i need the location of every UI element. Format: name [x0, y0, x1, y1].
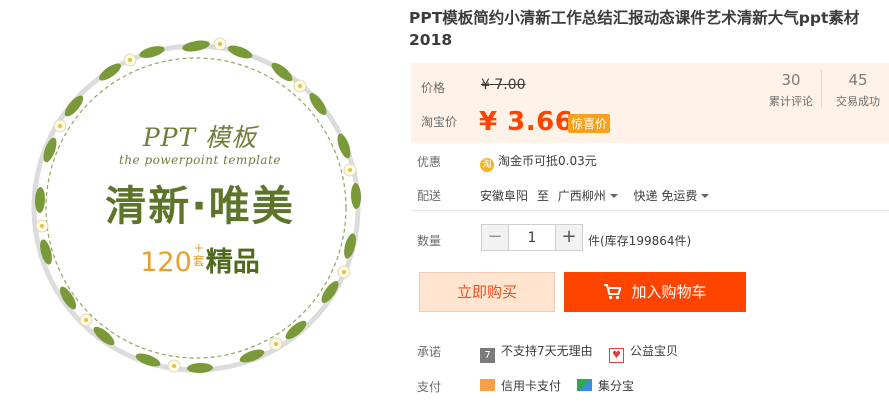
decrease-button[interactable]: − [482, 225, 508, 250]
sales-count: 45 [848, 71, 868, 89]
discount-label: 优惠 [417, 155, 442, 169]
payment-credit-text: 信用卡支付 [501, 379, 562, 393]
payment-label: 支付 [417, 380, 442, 394]
chevron-down-icon [701, 194, 710, 198]
discount-text: 淘金币可抵0.03元 [498, 154, 597, 168]
shipping-method: 快递 免运费 [633, 189, 698, 203]
payment-jifenbao: 集分宝 [577, 377, 634, 394]
stat-divider [821, 70, 822, 108]
original-price: ¥ 7.00 [481, 77, 526, 93]
sales-count-label: 交易成功 [836, 95, 880, 108]
section-divider [411, 210, 889, 211]
chevron-down-icon [609, 194, 618, 198]
payment-jifenbao-text: 集分宝 [598, 379, 635, 393]
image-title: PPT 模板 [142, 123, 258, 152]
taobao-price-label: 淘宝价 [421, 115, 458, 129]
price-label: 价格 [421, 81, 446, 95]
stock-text: 件(库存199864件) [588, 234, 692, 248]
shipping-label: 配送 [417, 189, 442, 203]
buy-now-button[interactable]: 立即购买 [419, 272, 555, 312]
promise-text: 不支持7天无理由 [501, 344, 593, 358]
image-main-text: 清新·唯美 [105, 182, 295, 230]
product-image[interactable]: PPT 模板 the powerpoint template 清新·唯美 120… [0, 0, 400, 408]
charity-text: 公益宝贝 [630, 344, 679, 358]
image-count-unit-char: 套 [192, 254, 205, 268]
sales-count-stat[interactable]: 45 交易成功 [825, 71, 889, 109]
charity-heart-icon: ♥ [609, 348, 624, 363]
charity-item[interactable]: ♥ 公益宝贝 [609, 342, 678, 363]
discount-info: 淘淘金币可抵0.03元 [480, 152, 597, 172]
shipping-to-word: 至 [536, 189, 549, 203]
image-subtitle: the powerpoint template [119, 153, 281, 167]
increase-button[interactable]: + [556, 225, 582, 250]
add-to-cart-button[interactable]: 加入购物车 [564, 272, 746, 312]
shopping-cart-icon [604, 284, 623, 300]
image-count: 120 + 套精品 [0, 240, 400, 279]
image-count-plus: + [193, 241, 204, 255]
image-count-label: 精品 [205, 247, 260, 278]
jifenbao-icon [577, 379, 592, 391]
shipping-destination-select[interactable]: 广西柳州 [558, 189, 618, 203]
promise-item[interactable]: 7 不支持7天无理由 [480, 342, 593, 363]
shipping-method-select[interactable]: 快递 免运费 [634, 189, 710, 203]
promo-tag: 惊喜价 [568, 114, 611, 133]
quantity-stepper: − + [481, 224, 583, 251]
promise-label: 承诺 [417, 345, 442, 359]
shipping-route: 安徽阜阳 至 广西柳州 快递 免运费 [480, 187, 710, 204]
seven-day-icon: 7 [480, 348, 495, 363]
review-count-label: 累计评论 [769, 95, 813, 108]
review-count-stat[interactable]: 30 累计评论 [758, 71, 824, 109]
payment-credit: 信用卡支付 [480, 377, 561, 394]
shipping-destination: 广西柳州 [557, 189, 606, 203]
add-to-cart-label: 加入购物车 [631, 283, 707, 301]
current-price: ¥ 3.66 [479, 107, 574, 137]
product-title: PPT模板简约小清新工作总结汇报动态课件艺术清新大气ppt素材2018 [409, 9, 860, 49]
product-details: PPT模板简约小清新工作总结汇报动态课件艺术清新大气ppt素材2018 价格 ¥… [407, 0, 889, 408]
review-count: 30 [781, 71, 801, 89]
shipping-from: 安徽阜阳 [480, 189, 529, 203]
image-count-unit: + 套 [192, 242, 206, 268]
quantity-label: 数量 [417, 234, 442, 248]
credit-card-icon [480, 379, 495, 391]
quantity-input[interactable] [508, 225, 556, 250]
image-count-number: 120 [140, 247, 192, 278]
taobao-coin-icon: 淘 [480, 158, 494, 172]
price-box: 价格 ¥ 7.00 淘宝价 ¥ 3.66 惊喜价 30 累计评论 45 交易成功 [411, 63, 889, 143]
